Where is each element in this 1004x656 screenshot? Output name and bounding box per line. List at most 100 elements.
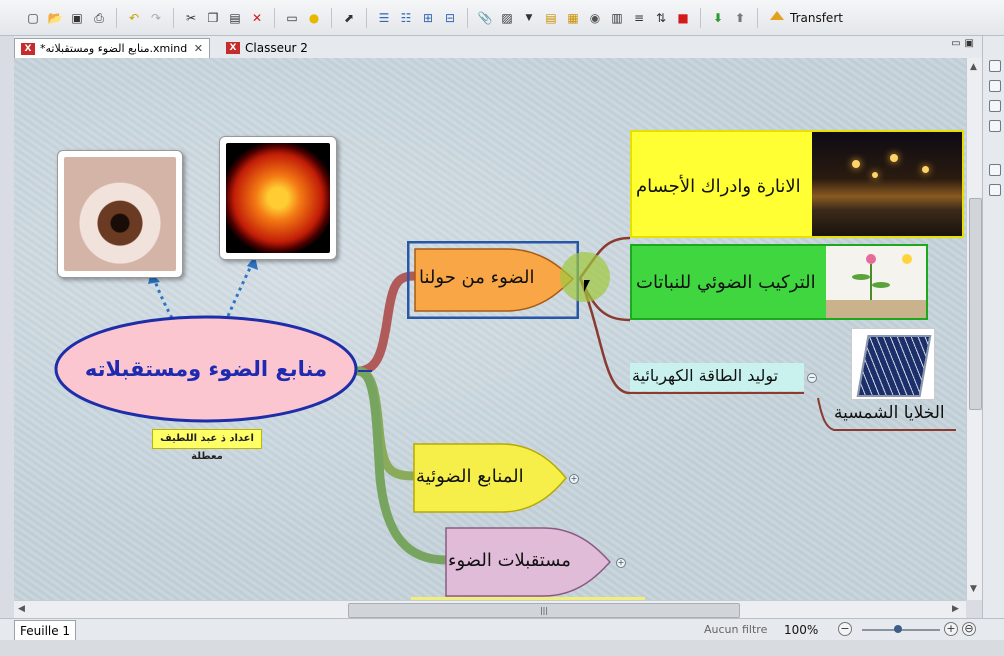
- transfer-icon: [770, 11, 784, 20]
- drill-down-icon[interactable]: ⬇: [710, 10, 726, 26]
- tab-classeur[interactable]: X Classeur 2: [220, 38, 320, 58]
- subtopic-electricity[interactable]: توليد الطاقة الكهربائية: [630, 363, 804, 391]
- branch-collapse-handle[interactable]: [560, 252, 610, 302]
- solar-cell-image: [851, 328, 935, 400]
- zoom-knob[interactable]: [894, 625, 902, 633]
- toolbar-separator: [700, 7, 701, 28]
- zoom-level: 100%: [784, 623, 819, 637]
- boundary-icon[interactable]: ▤: [543, 10, 559, 26]
- side-panel-strip: [982, 36, 1004, 620]
- mind-map-canvas[interactable]: منابع الضوء ومستقبلاته اعداد ذ عبد اللطي…: [14, 58, 966, 600]
- export-icon[interactable]: ⬈: [341, 10, 357, 26]
- panel-icon[interactable]: [989, 164, 1001, 176]
- toolbar-separator: [116, 7, 117, 28]
- zoom-in-icon[interactable]: +: [944, 622, 958, 636]
- note-icon[interactable]: ▦: [565, 10, 581, 26]
- print-icon[interactable]: ⎙: [91, 10, 107, 26]
- eye-image: [64, 157, 176, 271]
- toolbar-separator: [467, 7, 468, 28]
- solar-cells-label[interactable]: الخلايا الشمسية: [834, 403, 945, 423]
- new-icon[interactable]: ▢: [25, 10, 41, 26]
- subtopic-icon[interactable]: ☷: [398, 10, 414, 26]
- author-label[interactable]: اعداد ذ عبد اللطيف معطلة: [152, 429, 262, 462]
- idea-icon[interactable]: ●: [306, 10, 322, 26]
- tab-label: Classeur 2: [245, 41, 308, 55]
- sun-photo[interactable]: [219, 136, 337, 260]
- horizontal-scrollbar[interactable]: ◀ ||| ▶: [14, 600, 966, 619]
- mouse-cursor-icon: [584, 280, 590, 292]
- close-icon[interactable]: ✕: [194, 39, 203, 59]
- summary-icon[interactable]: ▥: [609, 10, 625, 26]
- scroll-left-icon[interactable]: ◀: [18, 604, 25, 614]
- image-icon[interactable]: ▨: [499, 10, 515, 26]
- central-topic-label: منابع الضوء ومستقبلاته: [84, 357, 328, 381]
- panel-icon[interactable]: [989, 80, 1001, 92]
- toolbar-separator: [366, 7, 367, 28]
- expand-icon[interactable]: +: [616, 558, 626, 568]
- subtopic-photosynthesis[interactable]: التركيب الضوئي للنباتات: [630, 244, 928, 320]
- branch-light-sources[interactable]: المنابع الضوئية: [412, 442, 568, 514]
- transfer-label: Transfert: [790, 10, 843, 25]
- xmind-icon: X: [21, 42, 35, 55]
- horizontal-scroll-thumb[interactable]: |||: [348, 603, 740, 618]
- relationship-icon[interactable]: ⊟: [442, 10, 458, 26]
- panel-icon[interactable]: [989, 184, 1001, 196]
- toolbar-separator: [331, 7, 332, 28]
- filter-status[interactable]: Aucun filtre: [704, 623, 767, 636]
- scroll-right-icon[interactable]: ▶: [952, 604, 959, 614]
- branch-label: الضوء من حولنا: [419, 267, 535, 288]
- detach-icon[interactable]: ⊞: [420, 10, 436, 26]
- branch-light-receivers[interactable]: مستقبلات الضوء: [444, 526, 612, 598]
- drill-up-icon[interactable]: ⬆: [732, 10, 748, 26]
- cut-icon[interactable]: ✂: [183, 10, 199, 26]
- scroll-up-icon[interactable]: ▲: [970, 62, 977, 72]
- eye-photo[interactable]: [57, 150, 183, 278]
- presentation-icon[interactable]: ▭: [284, 10, 300, 26]
- zoom-fit-icon[interactable]: ⊖: [962, 622, 976, 636]
- central-topic[interactable]: منابع الضوء ومستقبلاته: [54, 315, 358, 423]
- label-icon[interactable]: ≡: [631, 10, 647, 26]
- sort-icon[interactable]: ⇅: [653, 10, 669, 26]
- zoom-out-icon[interactable]: −: [838, 622, 852, 636]
- open-icon[interactable]: 📂: [47, 10, 63, 26]
- panel-icon[interactable]: [989, 120, 1001, 132]
- bottom-edge: [0, 640, 1004, 656]
- marker-icon[interactable]: ◉: [587, 10, 603, 26]
- vertical-scrollbar[interactable]: ▲ ▼: [966, 58, 983, 600]
- subtopic-lighting[interactable]: الانارة وادراك الأجسام: [630, 130, 964, 238]
- editor-tab-bar: X *منابع الضوء ومستقبلاته.xmind ✕ X Clas…: [14, 36, 982, 59]
- expand-icon[interactable]: +: [569, 474, 579, 484]
- sun-image: [226, 143, 330, 253]
- stop-icon[interactable]: ■: [675, 10, 691, 26]
- scroll-down-icon[interactable]: ▼: [970, 584, 977, 594]
- branch-label: مستقبلات الضوء: [448, 550, 571, 571]
- photosynthesis-diagram-image: [826, 246, 926, 318]
- tab-xmind-file[interactable]: X *منابع الضوء ومستقبلاته.xmind ✕: [14, 38, 210, 58]
- sheet-tab[interactable]: Feuille 1: [14, 620, 77, 642]
- panel-icon[interactable]: [989, 60, 1001, 72]
- redo-icon[interactable]: ↷: [148, 10, 164, 26]
- status-bar: Feuille 1 Aucun filtre 100% − + ⊖: [0, 618, 1004, 642]
- branch-light-around-us[interactable]: الضوء من حولنا: [407, 241, 579, 319]
- toolbar-separator: [173, 7, 174, 28]
- undo-icon[interactable]: ↶: [126, 10, 142, 26]
- main-toolbar: ▢ 📂 ▣ ⎙ ↶ ↷ ✂ ❐ ▤ ✕ ▭ ● ⬈ ☰ ☷ ⊞ ⊟ 📎 ▨ ▼ …: [0, 0, 1004, 36]
- branch-label: المنابع الضوئية: [416, 466, 524, 487]
- panel-icon[interactable]: [989, 100, 1001, 112]
- toolbar-separator: [274, 7, 275, 28]
- paste-icon[interactable]: ▤: [227, 10, 243, 26]
- vertical-scroll-thumb[interactable]: [969, 198, 982, 410]
- dropdown-icon[interactable]: ▼: [521, 10, 537, 26]
- delete-icon[interactable]: ✕: [249, 10, 265, 26]
- topic-icon[interactable]: ☰: [376, 10, 392, 26]
- tab-label: *منابع الضوء ومستقبلاته.xmind: [40, 41, 188, 55]
- save-icon[interactable]: ▣: [69, 10, 85, 26]
- zoom-slider[interactable]: − + ⊖: [838, 622, 976, 638]
- collapse-icon[interactable]: −: [807, 373, 817, 383]
- transfer-button[interactable]: Transfert: [770, 11, 843, 25]
- copy-icon[interactable]: ❐: [205, 10, 221, 26]
- subtopic-label: التركيب الضوئي للنباتات: [636, 272, 816, 293]
- editor-window-controls[interactable]: ▭▣: [951, 38, 978, 49]
- xmind-icon: X: [226, 42, 240, 54]
- attachment-icon[interactable]: 📎: [477, 10, 493, 26]
